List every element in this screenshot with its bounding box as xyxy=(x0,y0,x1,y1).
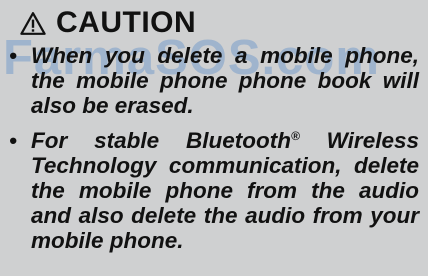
list-item: • For stable Bluetooth® Wireless Technol… xyxy=(9,128,419,253)
caution-panel: FarmaSOS.com CAUTION • When you delete a… xyxy=(0,0,428,276)
bullet-marker: • xyxy=(9,43,17,68)
registered-mark: ® xyxy=(290,129,300,143)
bullet-text-start: For stable Bluetooth xyxy=(31,128,291,153)
bullet-text: For stable Bluetooth® Wireless Technolog… xyxy=(31,128,419,253)
caution-bullet-list: • When you delete a mobile phone, the mo… xyxy=(9,43,419,253)
warning-triangle-icon xyxy=(20,11,46,36)
bullet-text: When you delete a mobile phone, the mobi… xyxy=(31,43,419,118)
bullet-marker: • xyxy=(9,128,17,153)
list-item: • When you delete a mobile phone, the mo… xyxy=(9,43,419,118)
caution-heading: CAUTION xyxy=(20,3,196,43)
caution-title: CAUTION xyxy=(56,6,197,39)
